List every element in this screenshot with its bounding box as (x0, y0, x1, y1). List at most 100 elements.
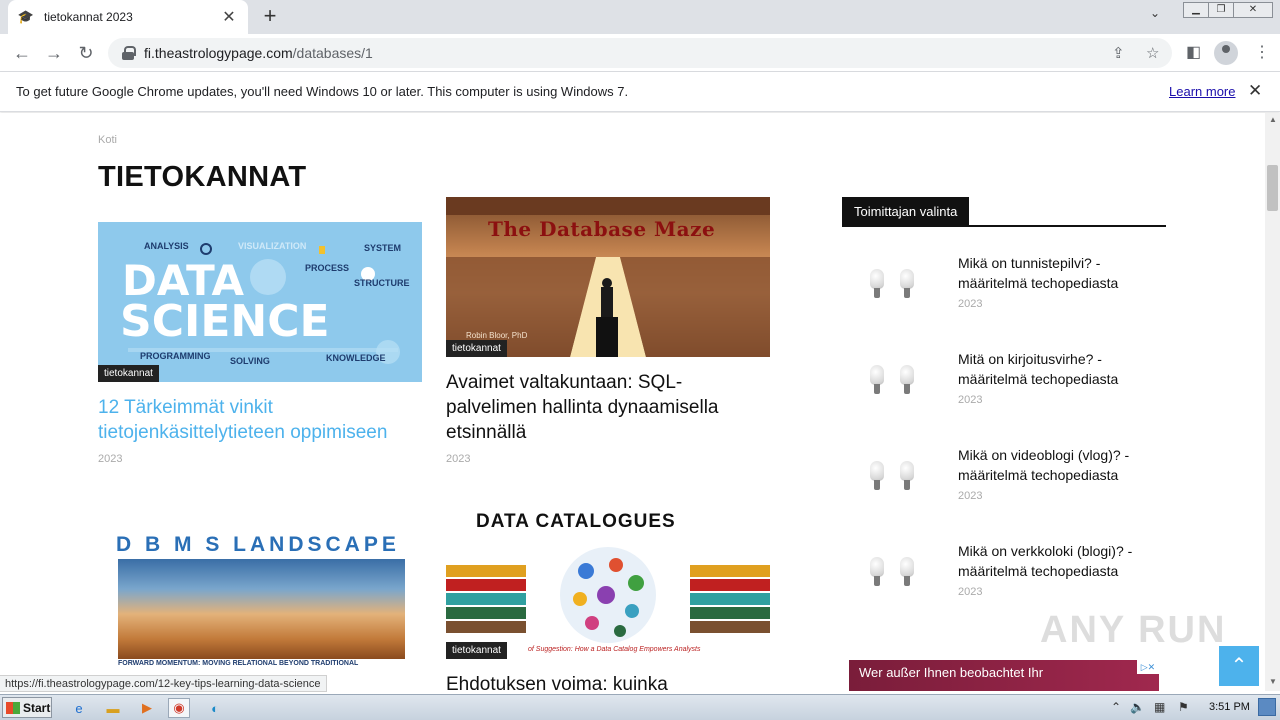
light-bulb-icon (870, 461, 884, 491)
data-catalogues-thumbnail[interactable]: DATA CATALOGUES of Suggestion: How a Dat… (446, 499, 770, 659)
address-bar[interactable]: fi.theastrologypage.com/databases/1 ⇪ ☆ (108, 38, 1172, 68)
show-desktop-button[interactable] (1258, 698, 1276, 716)
data-science-thumbnail[interactable]: ANALYSIS VISUALIZATION SYSTEM DATA PROCE… (98, 222, 422, 382)
light-bulb-icon (900, 365, 914, 395)
light-bulb-icon (900, 557, 914, 587)
sidebar-item-title[interactable]: Mikä on videoblogi (vlog)? - määritelmä … (958, 445, 1158, 485)
light-bulb-icon (900, 269, 914, 299)
internet-explorer-icon[interactable]: e (68, 698, 90, 718)
volume-icon[interactable]: 🔈 (1130, 700, 1145, 714)
chrome-icon[interactable]: ◉ (168, 698, 190, 718)
url-path: /databases/1 (292, 45, 373, 61)
tab-search-icon[interactable]: ⌄ (1150, 6, 1160, 20)
new-tab-button[interactable]: + (258, 4, 282, 28)
breadcrumb[interactable]: Koti (98, 134, 117, 146)
network-icon[interactable]: ▦ (1154, 700, 1165, 714)
ds-word-science: SCIENCE (120, 296, 330, 347)
update-infobar: To get future Google Chrome updates, you… (0, 72, 1280, 112)
edge-icon[interactable]: ◐ (204, 698, 226, 718)
start-label: Start (23, 700, 51, 715)
page-title: TIETOKANNAT (98, 161, 307, 193)
back-to-top-button[interactable]: ⌃ (1219, 646, 1259, 686)
anyrun-watermark: ANY RUN (1040, 609, 1227, 651)
advertisement[interactable]: Wer außer Ihnen beobachtet Ihr ▷✕ (849, 660, 1159, 691)
sidebar-item-year: 2023 (958, 490, 983, 502)
sidebar-item-year: 2023 (958, 586, 983, 598)
share-icon[interactable]: ⇪ (1112, 44, 1125, 62)
sidebar-item-year: 2023 (958, 298, 983, 310)
page-scrollbar[interactable]: ▲ ▼ (1265, 113, 1280, 691)
article-year: 2023 (446, 453, 471, 465)
article-title[interactable]: Ehdotuksen voima: kuinka (446, 672, 766, 691)
ad-text: Wer außer Ihnen beobachtet Ihr (859, 665, 1044, 680)
lock-icon[interactable] (122, 46, 136, 60)
browser-tab[interactable]: 🎓 tietokannat 2023 ✕ (8, 0, 248, 34)
sidebar-item-year: 2023 (958, 394, 983, 406)
back-arrow-icon[interactable]: ← (10, 41, 34, 65)
tab-title: tietokannat 2023 (44, 10, 133, 24)
menu-kebab-icon[interactable]: ⋮ (1254, 42, 1270, 62)
reload-icon[interactable]: ↻ (74, 41, 98, 65)
light-bulbs-thumbnail[interactable] (858, 455, 930, 503)
category-badge[interactable]: tietokannat (446, 340, 507, 357)
bookmark-star-icon[interactable]: ☆ (1146, 44, 1159, 62)
light-bulbs-thumbnail[interactable] (858, 359, 930, 407)
page-viewport: Koti TIETOKANNAT ANALYSIS VISUALIZATION … (0, 113, 1265, 691)
forward-arrow-icon[interactable]: → (42, 41, 66, 65)
media-player-icon[interactable]: ▶ (136, 698, 158, 718)
light-bulbs-thumbnail[interactable] (858, 263, 930, 311)
close-tab-icon[interactable]: ✕ (220, 7, 238, 27)
sidebar-item-title[interactable]: Mikä on tunnistepilvi? - määritelmä tech… (958, 253, 1158, 293)
taskbar-clock[interactable]: 3:51 PM (1209, 701, 1250, 713)
light-bulbs-thumbnail[interactable] (858, 551, 930, 599)
light-bulb-icon (870, 269, 884, 299)
light-bulb-icon (900, 461, 914, 491)
sidebar-heading: Toimittajan valinta (842, 197, 970, 227)
desert-photo (118, 559, 405, 659)
learn-more-link[interactable]: Learn more (1169, 84, 1235, 99)
url-host: fi.theastrologypage.com (144, 45, 293, 61)
windows-logo-icon (6, 701, 20, 714)
side-panel-icon[interactable]: ◧ (1186, 42, 1201, 62)
dbms-image-title: D B M S LANDSCAPE (116, 533, 400, 556)
catalog-image-caption: of Suggestion: How a Data Catalog Empowe… (528, 646, 701, 653)
dbms-image-caption: FORWARD MOMENTUM: MOVING RELATIONAL BEYO… (118, 660, 359, 667)
ds-word-structure: STRUCTURE (354, 278, 410, 288)
category-badge[interactable]: tietokannat (446, 642, 507, 659)
minimize-button[interactable]: ▁ (1183, 2, 1209, 18)
tray-expand-icon[interactable]: ⌃ (1111, 700, 1121, 714)
maze-image-title: The Database Maze (488, 217, 716, 241)
browser-toolbar: ← → ↻ fi.theastrologypage.com/databases/… (0, 34, 1280, 72)
database-maze-thumbnail[interactable]: The Database Maze Robin Bloor, PhD (446, 197, 770, 357)
article-title[interactable]: 12 Tärkeimmät vinkit tietojenkäsittelyti… (98, 395, 428, 445)
light-bulb-icon (870, 365, 884, 395)
category-badge[interactable]: tietokannat (98, 365, 159, 382)
sidebar-item-title[interactable]: Mitä on kirjoitusvirhe? - määritelmä tec… (958, 349, 1158, 389)
ad-choices-icon[interactable]: ▷✕ (1137, 660, 1159, 674)
ds-word-solving: SOLVING (230, 356, 270, 366)
sidebar-item-title[interactable]: Mikä on verkkoloki (blogi)? - määritelmä… (958, 541, 1158, 581)
light-bulb-icon (870, 557, 884, 587)
article-year: 2023 (98, 453, 123, 465)
ds-word-programming: PROGRAMMING (140, 351, 211, 361)
graduation-cap-icon: 🎓 (17, 9, 35, 24)
scroll-down-arrow-icon[interactable]: ▼ (1269, 677, 1277, 686)
infobar-close-icon[interactable]: ✕ (1248, 81, 1262, 101)
profile-avatar[interactable] (1214, 41, 1238, 65)
status-bar-url: https://fi.theastrologypage.com/12-key-t… (0, 675, 327, 692)
scroll-up-arrow-icon[interactable]: ▲ (1269, 115, 1277, 124)
windows-taskbar: Start e ▬ ▶ ◉ ◐ ⌃ 🔈 ▦ ⚑ 3:51 PM (0, 694, 1280, 720)
infobar-message: To get future Google Chrome updates, you… (16, 84, 629, 99)
article-title[interactable]: Avaimet valtakuntaan: SQL-palvelimen hal… (446, 370, 766, 445)
scroll-thumb[interactable] (1267, 165, 1278, 211)
maze-image-credit: Robin Bloor, PhD (466, 331, 528, 340)
file-explorer-icon[interactable]: ▬ (102, 698, 124, 718)
catalog-art (446, 547, 770, 643)
window-close-button[interactable]: ✕ (1233, 2, 1273, 18)
ds-word-visualization: VISUALIZATION (238, 241, 307, 251)
start-button[interactable]: Start (2, 697, 52, 718)
restore-button[interactable]: ❐ (1208, 2, 1234, 18)
dbms-landscape-thumbnail[interactable]: D B M S LANDSCAPE FORWARD MOMENTUM: MOVI… (98, 499, 422, 674)
ds-word-system: SYSTEM (364, 243, 402, 253)
action-center-flag-icon[interactable]: ⚑ (1178, 700, 1189, 714)
